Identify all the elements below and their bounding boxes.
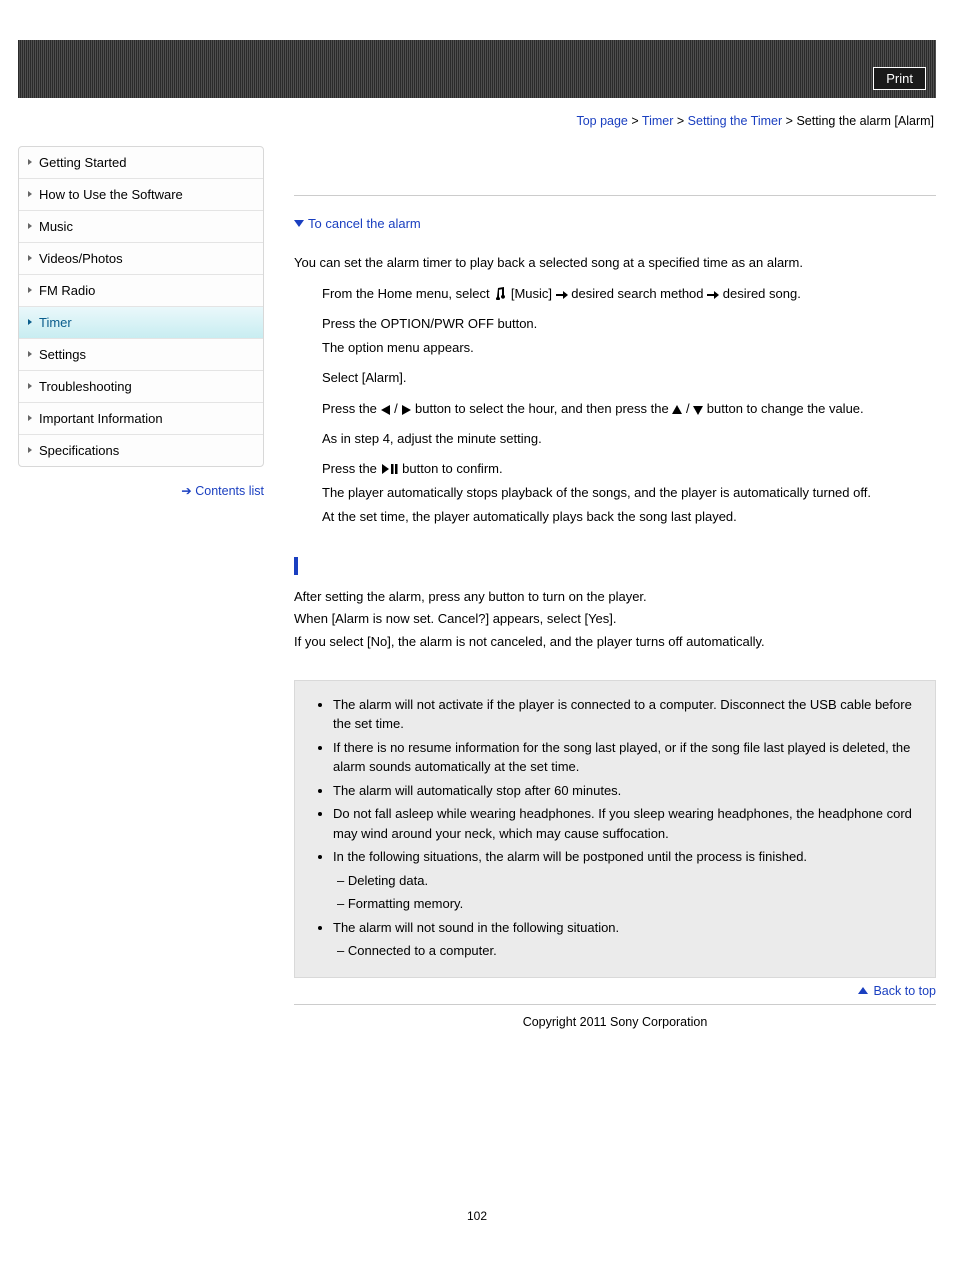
cancel-alarm-section: After setting the alarm, press any butto… xyxy=(294,557,936,651)
arrow-right-icon xyxy=(556,290,568,300)
note-subitem: Deleting data. xyxy=(337,871,923,891)
note-box: The alarm will not activate if the playe… xyxy=(294,680,936,978)
cancel-text: When [Alarm is now set. Cancel?] appears… xyxy=(294,609,936,629)
contents-list-link[interactable]: ➔ Contents list xyxy=(18,483,264,498)
note-subitem: Connected to a computer. xyxy=(337,941,923,961)
back-to-top-label: Back to top xyxy=(873,984,936,998)
step-text: Press the xyxy=(322,461,381,476)
jump-link-label: To cancel the alarm xyxy=(308,216,421,231)
breadcrumb-current: Setting the alarm [Alarm] xyxy=(796,114,934,128)
sidebar-item[interactable]: Settings xyxy=(19,338,263,370)
sidebar-item-label: Timer xyxy=(39,315,72,330)
step-text: / xyxy=(394,401,401,416)
chevron-down-icon xyxy=(294,220,304,227)
step-text: / xyxy=(686,401,693,416)
breadcrumb-link[interactable]: Top page xyxy=(576,114,627,128)
note-item: The alarm will automatically stop after … xyxy=(333,781,923,801)
title-area xyxy=(294,146,936,196)
section-marker xyxy=(294,557,936,575)
chevron-right-icon xyxy=(28,223,32,229)
chevron-right-icon xyxy=(28,447,32,453)
intro-text: You can set the alarm timer to play back… xyxy=(294,255,936,270)
note-item: In the following situations, the alarm w… xyxy=(333,847,923,914)
note-item: The alarm will not sound in the followin… xyxy=(333,918,923,961)
sidebar-item[interactable]: Troubleshooting xyxy=(19,370,263,402)
triangle-right-icon xyxy=(401,405,411,415)
sidebar-item-label: How to Use the Software xyxy=(39,187,183,202)
sidebar-item-label: Getting Started xyxy=(39,155,126,170)
breadcrumb: Top page > Timer > Setting the Timer > S… xyxy=(18,114,934,128)
chevron-right-icon xyxy=(28,351,32,357)
step-text: button to select the hour, and then pres… xyxy=(415,401,672,416)
triangle-down-icon xyxy=(693,405,703,415)
print-button[interactable]: Print xyxy=(873,67,926,90)
step-text: As in step 4, adjust the minute setting. xyxy=(322,429,936,449)
step-text: [Music] xyxy=(511,286,556,301)
sidebar-item-label: FM Radio xyxy=(39,283,95,298)
sidebar-item[interactable]: FM Radio xyxy=(19,274,263,306)
page-number: 102 xyxy=(18,1209,936,1223)
note-item: Do not fall asleep while wearing headpho… xyxy=(333,804,923,843)
breadcrumb-sep: > xyxy=(631,114,642,128)
back-to-top-link[interactable]: Back to top xyxy=(294,984,936,998)
triangle-left-icon xyxy=(381,405,391,415)
cancel-text: After setting the alarm, press any butto… xyxy=(294,587,936,607)
sidebar-item-label: Troubleshooting xyxy=(39,379,132,394)
note-item: If there is no resume information for th… xyxy=(333,738,923,777)
step-text: button to change the value. xyxy=(707,401,864,416)
chevron-right-icon xyxy=(28,191,32,197)
sidebar-item[interactable]: Important Information xyxy=(19,402,263,434)
sidebar-item[interactable]: Music xyxy=(19,210,263,242)
sidebar-item-label: Settings xyxy=(39,347,86,362)
steps: From the Home menu, select [Music] desir… xyxy=(294,284,936,527)
chevron-right-icon xyxy=(28,415,32,421)
step-text: desired search method xyxy=(571,286,707,301)
note-subitem: Formatting memory. xyxy=(337,894,923,914)
chevron-right-icon xyxy=(28,287,32,293)
chevron-right-icon xyxy=(28,319,32,325)
chevron-right-icon xyxy=(28,159,32,165)
sidebar-item[interactable]: Getting Started xyxy=(19,147,263,178)
play-pause-icon xyxy=(381,463,399,475)
sidebar-item[interactable]: Specifications xyxy=(19,434,263,466)
sidebar-item[interactable]: Timer xyxy=(19,306,263,338)
arrow-right-icon: ➔ xyxy=(181,484,189,498)
sidebar-item[interactable]: How to Use the Software xyxy=(19,178,263,210)
triangle-up-icon xyxy=(858,987,868,994)
header-bar: Print xyxy=(18,40,936,98)
sidebar-nav: Getting Started How to Use the Software Mu… xyxy=(18,146,264,467)
contents-list-label[interactable]: Contents list xyxy=(195,484,264,498)
breadcrumb-link[interactable]: Timer xyxy=(642,114,673,128)
chevron-right-icon xyxy=(28,255,32,261)
sidebar-item[interactable]: Videos/Photos xyxy=(19,242,263,274)
step-text: Press the xyxy=(322,401,381,416)
step-text: Select [Alarm]. xyxy=(322,368,936,388)
jump-link[interactable]: To cancel the alarm xyxy=(294,216,936,231)
footer: Copyright 2011 Sony Corporation xyxy=(294,1004,936,1029)
sidebar-item-label: Music xyxy=(39,219,73,234)
chevron-right-icon xyxy=(28,383,32,389)
breadcrumb-link[interactable]: Setting the Timer xyxy=(688,114,783,128)
copyright: Copyright 2011 Sony Corporation xyxy=(523,1015,708,1029)
note-item: The alarm will not activate if the playe… xyxy=(333,695,923,734)
step-text: At the set time, the player automaticall… xyxy=(322,507,936,527)
breadcrumb-sep: > xyxy=(677,114,688,128)
breadcrumb-sep: > xyxy=(786,114,797,128)
cancel-text: If you select [No], the alarm is not can… xyxy=(294,632,936,652)
sidebar-item-label: Videos/Photos xyxy=(39,251,123,266)
arrow-right-icon xyxy=(707,290,719,300)
step-text: button to confirm. xyxy=(402,461,502,476)
step-text: The option menu appears. xyxy=(322,338,936,358)
step-text: desired song. xyxy=(723,286,801,301)
step-text: The player automatically stops playback … xyxy=(322,483,936,503)
music-icon xyxy=(493,286,507,300)
triangle-up-icon xyxy=(672,405,682,415)
sidebar-item-label: Specifications xyxy=(39,443,119,458)
step-text: From the Home menu, select xyxy=(322,286,493,301)
sidebar-item-label: Important Information xyxy=(39,411,163,426)
step-text: Press the OPTION/PWR OFF button. xyxy=(322,314,936,334)
